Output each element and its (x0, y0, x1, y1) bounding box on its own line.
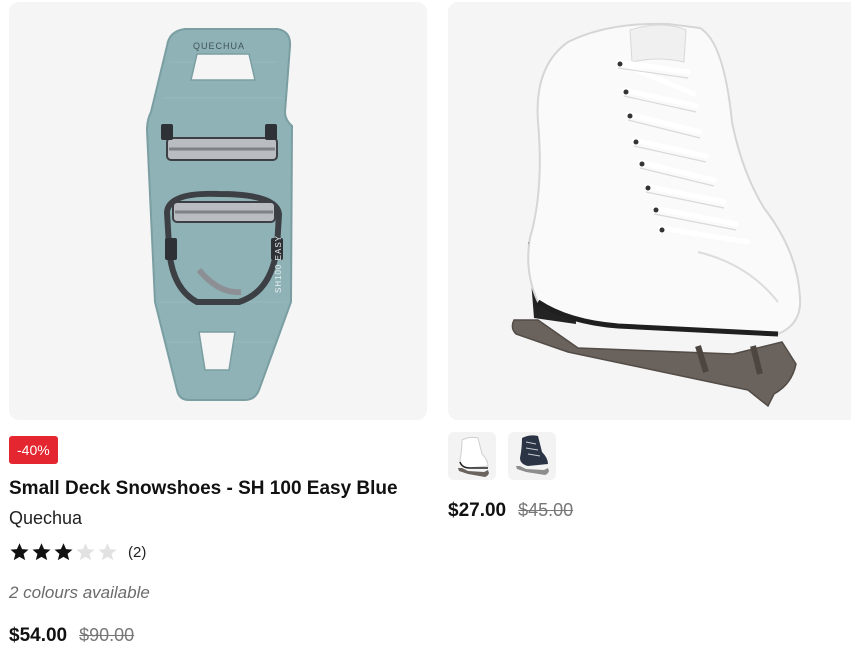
ice-skate-icon (511, 22, 802, 408)
navy-skate-thumbnail[interactable] (508, 432, 556, 480)
current-price: $54.00 (9, 625, 68, 646)
star-filled-icon (10, 543, 29, 561)
product-title[interactable]: Small Deck Snowshoes - SH 100 Easy Blue (9, 478, 398, 500)
star-filled-icon (32, 543, 51, 561)
product-image-ice-skate[interactable] (448, 2, 851, 420)
product-image-snowshoes[interactable]: QUECHUA SH100 EASY (9, 2, 427, 420)
original-price: $45.00 (518, 500, 574, 520)
ice-skate-icon (458, 436, 489, 477)
original-price: $90.00 (79, 625, 135, 645)
snowshoe-icon: QUECHUA SH100 EASY (145, 28, 294, 401)
colours-available: 2 colours available (9, 583, 150, 602)
discount-badge: -40% (9, 436, 58, 464)
product-rating[interactable]: (2) (9, 541, 146, 563)
price-block: $54.00 $90.00 (9, 625, 134, 647)
review-count: (2) (128, 543, 147, 561)
price-block: $27.00 $45.00 (448, 500, 573, 522)
current-price: $27.00 (448, 500, 507, 521)
star-empty-icon (76, 543, 95, 561)
ice-skate-icon (516, 435, 549, 475)
product-brand: Quechua (9, 508, 83, 528)
svg-text:QUECHUA: QUECHUA (193, 41, 245, 51)
svg-text:SH100 EASY: SH100 EASY (274, 235, 283, 293)
star-empty-icon (98, 543, 117, 561)
white-skate-thumbnail[interactable] (448, 432, 496, 480)
star-filled-icon (54, 543, 73, 561)
